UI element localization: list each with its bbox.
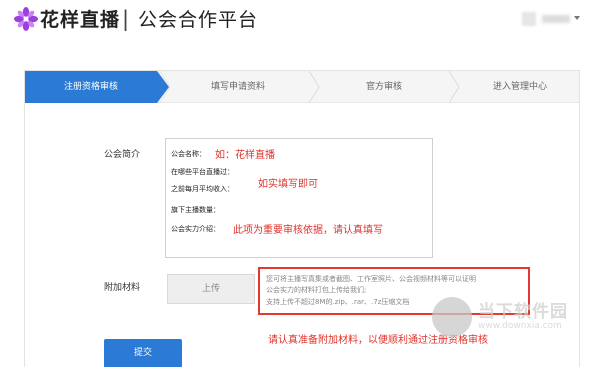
submit-button[interactable]: 提交 [104, 339, 182, 367]
step-4: 进入管理中心 [492, 82, 547, 92]
guild-intro-textarea[interactable]: 公会名称： 如：花样直播 在哪些平台直播过： 如实填写即可 之前每月平均收入： … [165, 138, 433, 258]
avatar [522, 12, 536, 26]
watermark: 当下软件园 www.downxia.com [432, 289, 592, 349]
intro-line-streamers: 旗下主播数量： [171, 206, 220, 214]
step-chevron-icon [448, 71, 460, 103]
attach-info-line-3: 支持上传不超过8M的.zip、.rar、.7z压缩文档 [266, 298, 410, 306]
attach-label: 附加材料 [104, 283, 141, 293]
intro-hint-name-example: 如：花样直播 [215, 150, 275, 161]
step-chevron-icon [308, 71, 320, 103]
brand-name: 花样直播 [40, 9, 121, 31]
upload-button[interactable]: 上传 [167, 274, 255, 304]
step-chevron-icon [159, 71, 171, 103]
intro-hint-fill-truthfully: 如实填写即可 [258, 179, 318, 190]
attach-info-line-1: 您可将主播写真集或者截图、工作室照片、公会视频材料等可以证明 [266, 275, 476, 283]
watermark-logo-icon [432, 297, 472, 337]
app-header: 花样直播 | 公会合作平台 [0, 0, 600, 40]
intro-line-income: 之前每月平均收入： [171, 185, 234, 193]
step-2: 填写申请资料 [210, 82, 265, 92]
attach-info-line-2: 公会实力的材料打包上传给我们; [266, 286, 367, 294]
watermark-url: www.downxia.com [478, 321, 562, 331]
intro-label: 公会简介 [104, 150, 141, 160]
step-1: 注册资格审核 [25, 71, 157, 103]
platform-subtitle: 公会合作平台 [138, 9, 259, 31]
watermark-title: 当下软件园 [478, 302, 568, 322]
intro-line-name: 公会名称： [171, 150, 206, 158]
intro-hint-important: 此项为重要审核依据，请认真填写 [233, 225, 383, 236]
step-3: 官方审核 [365, 82, 402, 92]
progress-steps: 注册资格审核 填写申请资料 官方审核 进入管理中心 [25, 71, 579, 103]
flower-logo-icon [14, 7, 38, 31]
chevron-down-icon [574, 16, 580, 20]
intro-line-platforms: 在哪些平台直播过： [171, 168, 234, 176]
user-name-blurred [542, 15, 570, 23]
user-menu[interactable] [522, 12, 582, 26]
brand-separator: | [122, 7, 130, 31]
intro-line-strength: 公会实力介绍： [171, 225, 220, 233]
